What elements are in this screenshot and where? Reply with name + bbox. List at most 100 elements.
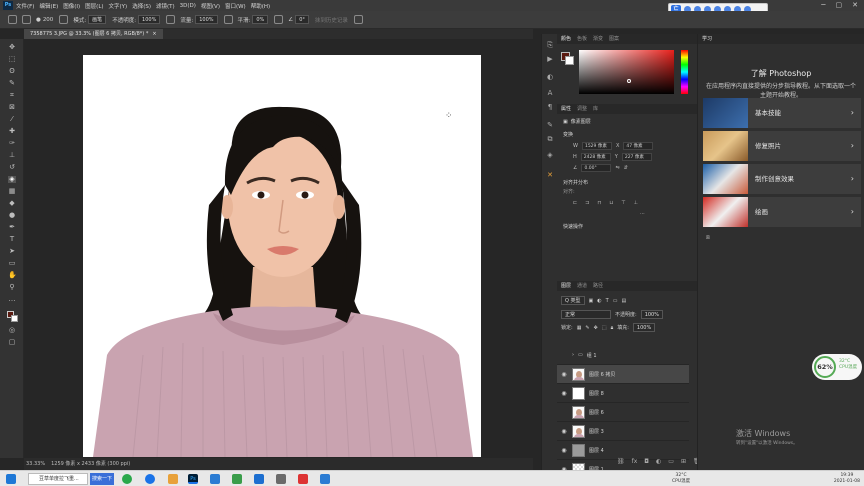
link-layers-icon[interactable]: ⛓ xyxy=(617,458,625,465)
system-clock[interactable]: 19:39 2021-01-08 xyxy=(834,473,860,485)
cpu-gauge-widget[interactable]: 62% 32°C CPU温度 xyxy=(812,354,862,380)
eye-icon[interactable]: ◉ xyxy=(560,371,568,378)
tab-properties[interactable]: 属性 xyxy=(561,104,571,114)
flow-input[interactable]: 100% xyxy=(195,15,218,24)
dodge-tool-icon[interactable]: ● xyxy=(8,212,16,219)
taskbar-app-icon-6[interactable] xyxy=(298,474,308,484)
menu-window[interactable]: 窗口(W) xyxy=(225,2,246,10)
hue-slider[interactable] xyxy=(681,50,688,94)
taskbar-app-icon-5[interactable] xyxy=(276,474,286,484)
menu-3d[interactable]: 3D(D) xyxy=(180,3,196,9)
new-layer-icon[interactable]: ⊞ xyxy=(681,458,686,465)
align-left-icon[interactable]: ⊏ xyxy=(573,200,577,206)
flip-horizontal-icon[interactable]: ⇋ xyxy=(615,165,619,171)
quick-mask-icon[interactable]: ◎ xyxy=(8,327,16,334)
learn-card-fix-photo[interactable]: 修复照片 › xyxy=(703,131,861,161)
angle-control[interactable]: ∠ 0° xyxy=(288,15,309,24)
type-tool-icon[interactable]: T xyxy=(8,236,16,243)
brush-settings-panel-icon[interactable]: ✎ xyxy=(546,122,554,129)
eraser-tool-icon-active[interactable]: ◈ xyxy=(8,176,16,183)
healing-tool-icon[interactable]: ✚ xyxy=(8,128,16,135)
menu-select[interactable]: 选择(S) xyxy=(132,2,151,10)
width-input[interactable]: 1529 像素 xyxy=(581,141,612,150)
history-panel-icon[interactable]: ⎘ xyxy=(546,42,554,49)
more-tools-icon[interactable]: … xyxy=(8,296,16,303)
tab-layers[interactable]: 图层 xyxy=(561,281,571,291)
eraser-tool-icon[interactable] xyxy=(22,15,31,24)
shape-tool-icon[interactable]: ▭ xyxy=(8,260,16,267)
screen-mode-icon[interactable]: ▢ xyxy=(8,339,16,346)
taskbar-app-browser[interactable]: 豆草单度拉飞重... xyxy=(28,473,88,485)
actions-panel-icon[interactable]: ▶ xyxy=(546,56,554,63)
eye-icon[interactable]: ◉ xyxy=(560,390,568,397)
new-group-icon[interactable]: ▭ xyxy=(668,458,674,465)
lock-pixels-icon[interactable]: ▦ xyxy=(577,325,582,331)
tab-swatches[interactable]: 色板 xyxy=(577,34,587,44)
document-canvas[interactable]: ⁘ xyxy=(83,55,481,457)
opacity-control[interactable]: 不透明度: 100% xyxy=(112,15,161,24)
close-icon[interactable]: ✕ xyxy=(852,1,858,9)
smoothing-settings-icon[interactable] xyxy=(274,15,284,24)
layer-opacity-input[interactable]: 100% xyxy=(640,310,663,319)
taskbar-browser-icon[interactable] xyxy=(145,474,155,484)
smoothing-input[interactable]: 0% xyxy=(252,15,269,24)
taskbar-search-button[interactable]: 搜索一下 xyxy=(90,473,114,485)
opacity-input[interactable]: 100% xyxy=(138,15,161,24)
filter-shape-icon[interactable]: ▭ xyxy=(613,298,618,304)
menu-file[interactable]: 文件(F) xyxy=(16,2,34,10)
eye-icon[interactable]: ◉ xyxy=(560,447,568,454)
menu-type[interactable]: 文字(Y) xyxy=(109,2,128,10)
frame-tool-icon[interactable]: ⊠ xyxy=(8,104,16,111)
lasso-tool-icon[interactable]: ʘ xyxy=(8,68,16,75)
taskbar-app-icon-2[interactable] xyxy=(210,474,220,484)
x-input[interactable]: 47 像素 xyxy=(623,141,654,150)
menu-filter[interactable]: 滤镜(T) xyxy=(156,2,175,10)
taskbar-app-icon-7[interactable] xyxy=(320,474,330,484)
zoom-level[interactable]: 33.33% xyxy=(26,458,45,470)
group-arrow-icon[interactable]: › xyxy=(572,352,574,358)
weather-widget[interactable]: 32°C CPU温度 xyxy=(672,473,690,485)
align-bottom-icon[interactable]: ⊥ xyxy=(634,200,638,206)
mode-control[interactable]: 模式: 画笔 xyxy=(73,15,107,24)
layer-row[interactable]: ◉ 图层 3 xyxy=(557,422,689,441)
filter-adjust-icon[interactable]: ◐ xyxy=(597,298,601,304)
align-top-icon[interactable]: ⊔ xyxy=(609,200,613,206)
filter-type-icon[interactable]: T xyxy=(606,298,609,304)
align-center-icon[interactable]: ⊐ xyxy=(585,200,589,206)
tab-paths[interactable]: 路径 xyxy=(593,281,603,291)
adjustment-layer-icon[interactable]: ◐ xyxy=(656,458,661,465)
tab-channels[interactable]: 通道 xyxy=(577,281,587,291)
quick-actions-title[interactable]: 快速操作 xyxy=(557,223,689,232)
flow-control[interactable]: 流量: 100% xyxy=(180,15,218,24)
lock-artboard-icon[interactable]: ⬚ xyxy=(602,325,607,331)
layer-row[interactable]: 图层 6 xyxy=(557,403,689,422)
cube-panel-icon[interactable]: ◈ xyxy=(546,152,554,159)
canvas-area[interactable]: ⁘ xyxy=(24,39,533,458)
crop-tool-icon[interactable]: ⌗ xyxy=(8,92,16,99)
tab-libraries[interactable]: 库 xyxy=(593,104,598,114)
pen-tool-icon[interactable]: ✒ xyxy=(8,224,16,231)
angle-input[interactable]: 0.00° xyxy=(581,163,612,172)
document-tab[interactable]: 7358775 3.JPG @ 33.3% (图层 6 拷贝, RGB/8*) … xyxy=(24,29,163,39)
lock-paint-icon[interactable]: ✎ xyxy=(585,325,589,331)
fx-icon[interactable]: fx xyxy=(632,458,638,465)
layer-fill-input[interactable]: 100% xyxy=(632,323,656,332)
lock-all-icon[interactable]: 🔒︎ xyxy=(611,325,614,331)
tab-patterns[interactable]: 图案 xyxy=(609,34,619,44)
learn-card-painting[interactable]: 绘画 › xyxy=(703,197,861,227)
menu-help[interactable]: 帮助(H) xyxy=(251,2,270,10)
minimize-icon[interactable]: ─ xyxy=(821,1,825,9)
adjustments-panel-icon[interactable]: ◐ xyxy=(546,74,554,81)
angle-input[interactable]: 0° xyxy=(295,15,309,24)
erase-to-history[interactable]: 抹到历史记录 xyxy=(315,16,348,24)
taskbar-app-icon[interactable] xyxy=(122,474,132,484)
tab-gradients[interactable]: 渐变 xyxy=(593,34,603,44)
add-mask-icon[interactable]: ◘ xyxy=(644,458,649,465)
align-title[interactable]: 对齐并分布 xyxy=(557,179,689,188)
blur-tool-icon[interactable]: ◆ xyxy=(8,200,16,207)
learn-card-basic-skills[interactable]: 基本技能 › xyxy=(703,98,861,128)
filter-smart-icon[interactable]: ▤ xyxy=(621,298,626,304)
filter-pixel-icon[interactable]: ▣ xyxy=(589,298,594,304)
lock-position-icon[interactable]: ✥ xyxy=(594,325,598,331)
hand-tool-icon[interactable]: ✋ xyxy=(8,272,17,279)
